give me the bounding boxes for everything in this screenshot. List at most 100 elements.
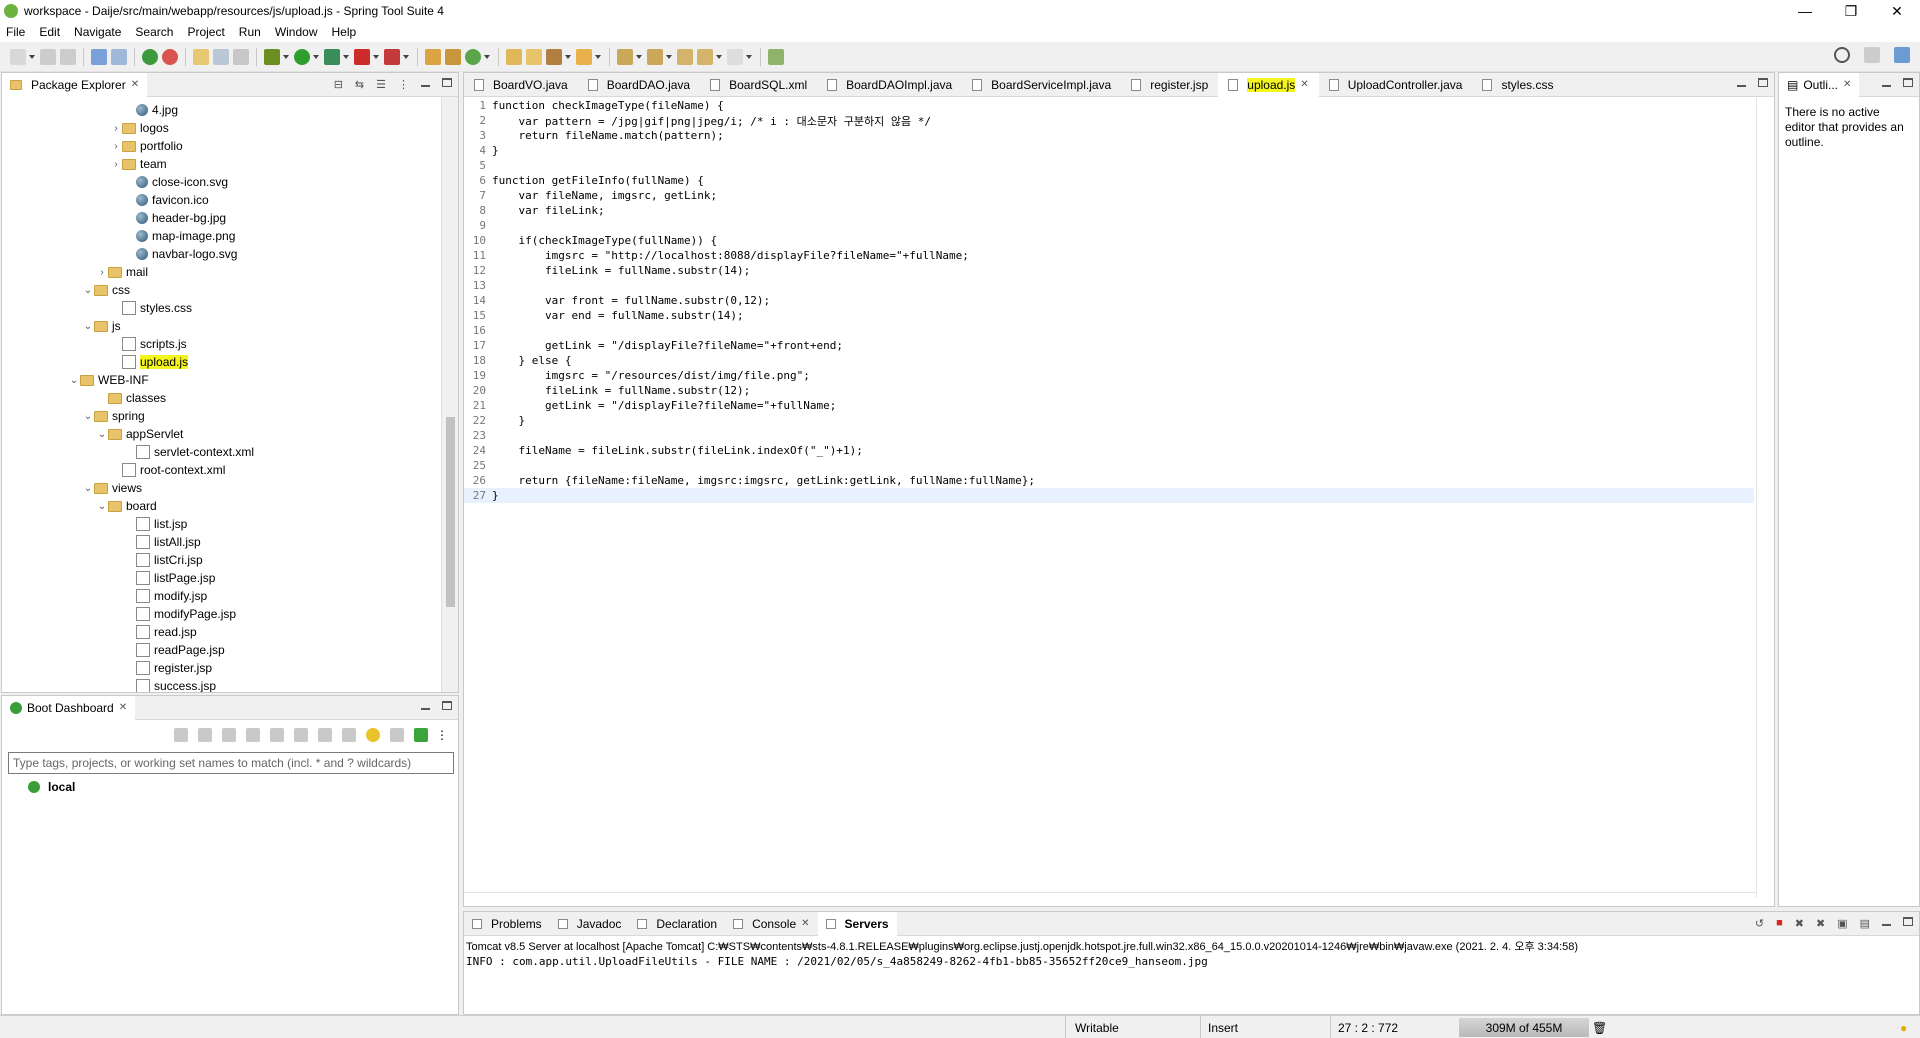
display-console-icon[interactable]: ▤ <box>1860 917 1870 930</box>
save-all-icon[interactable] <box>60 48 76 65</box>
tree-item[interactable]: read.jsp <box>124 623 197 641</box>
tree-item[interactable]: modify.jsp <box>124 587 207 605</box>
console-output[interactable]: INFO : com.app.util.UploadFileUtils - FI… <box>464 953 1919 970</box>
link-with-editor-icon[interactable]: ⇆ <box>355 78 364 91</box>
close-window-icon[interactable]: ✕ <box>1874 0 1920 22</box>
editor-tab[interactable]: BoardDAO.java <box>578 73 700 97</box>
tree-item[interactable]: ⌄ board <box>96 497 157 515</box>
code-line[interactable]: 16 <box>464 323 1754 338</box>
expanded-chevron-icon[interactable]: ⌄ <box>82 411 94 422</box>
code-line[interactable]: 18 } else { <box>464 353 1754 368</box>
collapsed-chevron-icon[interactable]: › <box>96 267 108 278</box>
close-tab-icon[interactable]: ✕ <box>1300 79 1308 90</box>
collapsed-chevron-icon[interactable]: › <box>110 123 122 134</box>
tree-item[interactable]: ⌄ WEB-INF <box>68 371 149 389</box>
edit-icon[interactable] <box>318 728 332 742</box>
new-class-icon[interactable] <box>465 48 481 65</box>
menu-file[interactable]: File <box>6 25 25 39</box>
code-line[interactable]: 13 <box>464 278 1754 293</box>
boot-view-menu-icon[interactable]: ⋮ <box>436 728 448 742</box>
tree-item[interactable]: ⌄ js <box>82 317 121 335</box>
close-tab-icon[interactable]: ✕ <box>131 79 139 90</box>
code-line[interactable]: 1 function checkImageType(fileName) { <box>464 98 1754 113</box>
code-line[interactable]: 6 function getFileInfo(fullName) { <box>464 173 1754 188</box>
tree-item[interactable]: upload.js <box>110 353 189 371</box>
tree-item[interactable]: register.jsp <box>124 659 212 677</box>
tree-item[interactable]: modifyPage.jsp <box>124 605 236 623</box>
console-panel-tab[interactable]: Servers <box>817 911 897 936</box>
back-icon[interactable] <box>697 48 713 65</box>
remove-all-icon[interactable]: ✖ <box>1816 917 1825 930</box>
clear-console-icon[interactable]: ↺ <box>1755 917 1764 930</box>
show-properties-icon[interactable] <box>390 728 404 742</box>
search-tool-icon[interactable] <box>546 48 562 65</box>
menu-window[interactable]: Window <box>275 25 318 39</box>
code-line[interactable]: 14 var front = fullName.substr(0,12); <box>464 293 1754 308</box>
new-icon[interactable] <box>10 48 26 65</box>
code-line[interactable]: 27} <box>464 488 1754 503</box>
remove-launch-icon[interactable]: ✖ <box>1795 917 1804 930</box>
code-line[interactable]: 24 fileName = fileLink.substr(fileLink.i… <box>464 443 1754 458</box>
editor-tab[interactable]: register.jsp <box>1121 73 1218 97</box>
lightbulb-icon[interactable] <box>366 728 380 742</box>
code-line[interactable]: 12 fileLink = fullName.substr(14); <box>464 263 1754 278</box>
tree-item[interactable]: readPage.jsp <box>124 641 225 659</box>
maximize-view-icon[interactable] <box>442 701 452 710</box>
terminal-icon[interactable] <box>91 48 107 65</box>
console-panel-tab[interactable]: Javadoc <box>550 912 630 936</box>
tree-item[interactable]: › logos <box>110 119 168 137</box>
heap-status[interactable]: 309M of 455M <box>1459 1018 1589 1037</box>
editor-tab[interactable]: BoardDAOImpl.java <box>817 73 962 97</box>
tree-item[interactable]: 4.jpg <box>124 101 178 119</box>
tree-item[interactable]: › portfolio <box>110 137 182 155</box>
minimize-icon[interactable]: — <box>1782 0 1828 22</box>
collapsed-chevron-icon[interactable]: › <box>110 159 122 170</box>
editor-tab[interactable]: styles.css <box>1472 73 1563 97</box>
outline-tab[interactable]: ▤ Outli... ✕ <box>1779 72 1860 97</box>
stop-icon[interactable] <box>354 48 370 65</box>
new-package-icon[interactable] <box>445 48 461 65</box>
code-line[interactable]: 2 var pattern = /jpg|gif|png|jpeg/i; /* … <box>464 113 1754 128</box>
minimize-view-icon[interactable] <box>1737 85 1746 87</box>
previous-annotation-icon[interactable] <box>647 48 663 65</box>
pin-console-icon[interactable]: ▣ <box>1837 917 1847 930</box>
filter-input[interactable]: Type tags, projects, or working set name… <box>8 752 454 774</box>
collapsed-chevron-icon[interactable]: › <box>110 141 122 152</box>
search-icon[interactable] <box>1834 47 1850 63</box>
open-task-icon[interactable] <box>526 48 542 65</box>
forward-icon[interactable] <box>727 48 743 65</box>
menu-run[interactable]: Run <box>239 25 261 39</box>
next-annotation-icon[interactable] <box>617 48 633 65</box>
expanded-chevron-icon[interactable]: ⌄ <box>68 375 80 386</box>
tree-item[interactable]: list.jsp <box>124 515 187 533</box>
code-line[interactable]: 25 <box>464 458 1754 473</box>
toggle-block-selection-icon[interactable] <box>213 48 229 65</box>
local-target[interactable]: local <box>28 780 458 794</box>
open-perspective-icon[interactable] <box>1864 47 1880 63</box>
debug-icon[interactable] <box>264 48 280 65</box>
maximize-view-icon[interactable] <box>1903 917 1913 926</box>
tree-item[interactable]: success.jsp <box>124 677 216 692</box>
minimize-view-icon[interactable] <box>421 708 430 710</box>
expanded-chevron-icon[interactable]: ⌄ <box>96 501 108 512</box>
editor-tab[interactable]: UploadController.java <box>1319 73 1473 97</box>
code-line[interactable]: 8 var fileLink; <box>464 203 1754 218</box>
scrollbar-thumb[interactable] <box>446 417 455 607</box>
configure-icon[interactable] <box>294 728 308 742</box>
editor-tab[interactable]: BoardSQL.xml <box>700 73 817 97</box>
code-line[interactable]: 26 return {fileName:fileName, imgsrc:img… <box>464 473 1754 488</box>
tree-item[interactable]: ⌄ appServlet <box>96 425 184 443</box>
expose-icon[interactable] <box>342 728 356 742</box>
tree-item[interactable]: navbar-logo.svg <box>124 245 237 263</box>
tree-item[interactable]: › mail <box>96 263 148 281</box>
tree-item[interactable]: root-context.xml <box>110 461 225 479</box>
console-panel-tab[interactable]: Declaration <box>629 912 725 936</box>
tree-item[interactable]: header-bg.jpg <box>124 209 226 227</box>
code-line[interactable]: 3 return fileName.match(pattern); <box>464 128 1754 143</box>
close-tab-icon[interactable]: ✕ <box>801 918 809 929</box>
pin-editor-icon[interactable] <box>768 48 784 65</box>
view-menu-icon[interactable]: ⋮ <box>398 78 409 91</box>
new-dropdown-icon[interactable] <box>29 54 35 59</box>
open-type-icon[interactable] <box>506 48 522 65</box>
tree-item[interactable]: scripts.js <box>110 335 187 353</box>
